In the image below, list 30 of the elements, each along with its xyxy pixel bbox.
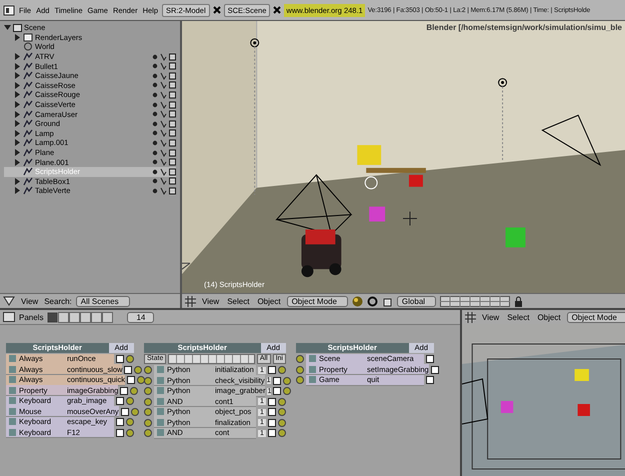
search-label: Search:: [44, 296, 72, 306]
sphere-icon[interactable]: [352, 296, 363, 306]
menu-item[interactable]: View: [200, 296, 222, 306]
menu-item[interactable]: Object: [255, 296, 283, 306]
state-grid-icon[interactable]: [168, 354, 255, 364]
panel-tabs-icon[interactable]: [47, 312, 114, 322]
close-icon[interactable]: [212, 6, 221, 14]
layers-grid-icon[interactable]: [440, 296, 510, 306]
menu-item[interactable]: View: [480, 312, 502, 322]
mode-dropdown[interactable]: Object Mode: [286, 296, 348, 306]
grid-icon[interactable]: [185, 296, 196, 306]
grid-icon[interactable]: [465, 312, 476, 322]
menu-item[interactable]: Object: [535, 312, 563, 322]
menu-item[interactable]: Select: [505, 312, 532, 322]
window-type-icon[interactable]: [3, 4, 15, 16]
search-scope-dropdown[interactable]: All Scenes: [76, 296, 130, 306]
logic-editor-icon[interactable]: [3, 312, 15, 322]
window-title: Blender [/home/stemsign/work/simulation/simu_ble: [426, 23, 622, 32]
mode-dropdown[interactable]: Object Mode: [566, 312, 625, 322]
orientation-dropdown[interactable]: Global: [396, 296, 436, 306]
outliner-icon[interactable]: [3, 296, 15, 306]
render-layers-icon: [23, 32, 33, 42]
frame-field[interactable]: 14: [127, 312, 154, 322]
scene-icon: [13, 24, 22, 32]
menu-item[interactable]: Select: [225, 296, 252, 306]
close-icon[interactable]: [273, 6, 282, 14]
menu-item[interactable]: View: [19, 296, 40, 306]
lock-icon[interactable]: [514, 296, 524, 306]
world-icon: [23, 42, 33, 52]
panels-label: Panels: [19, 312, 44, 322]
